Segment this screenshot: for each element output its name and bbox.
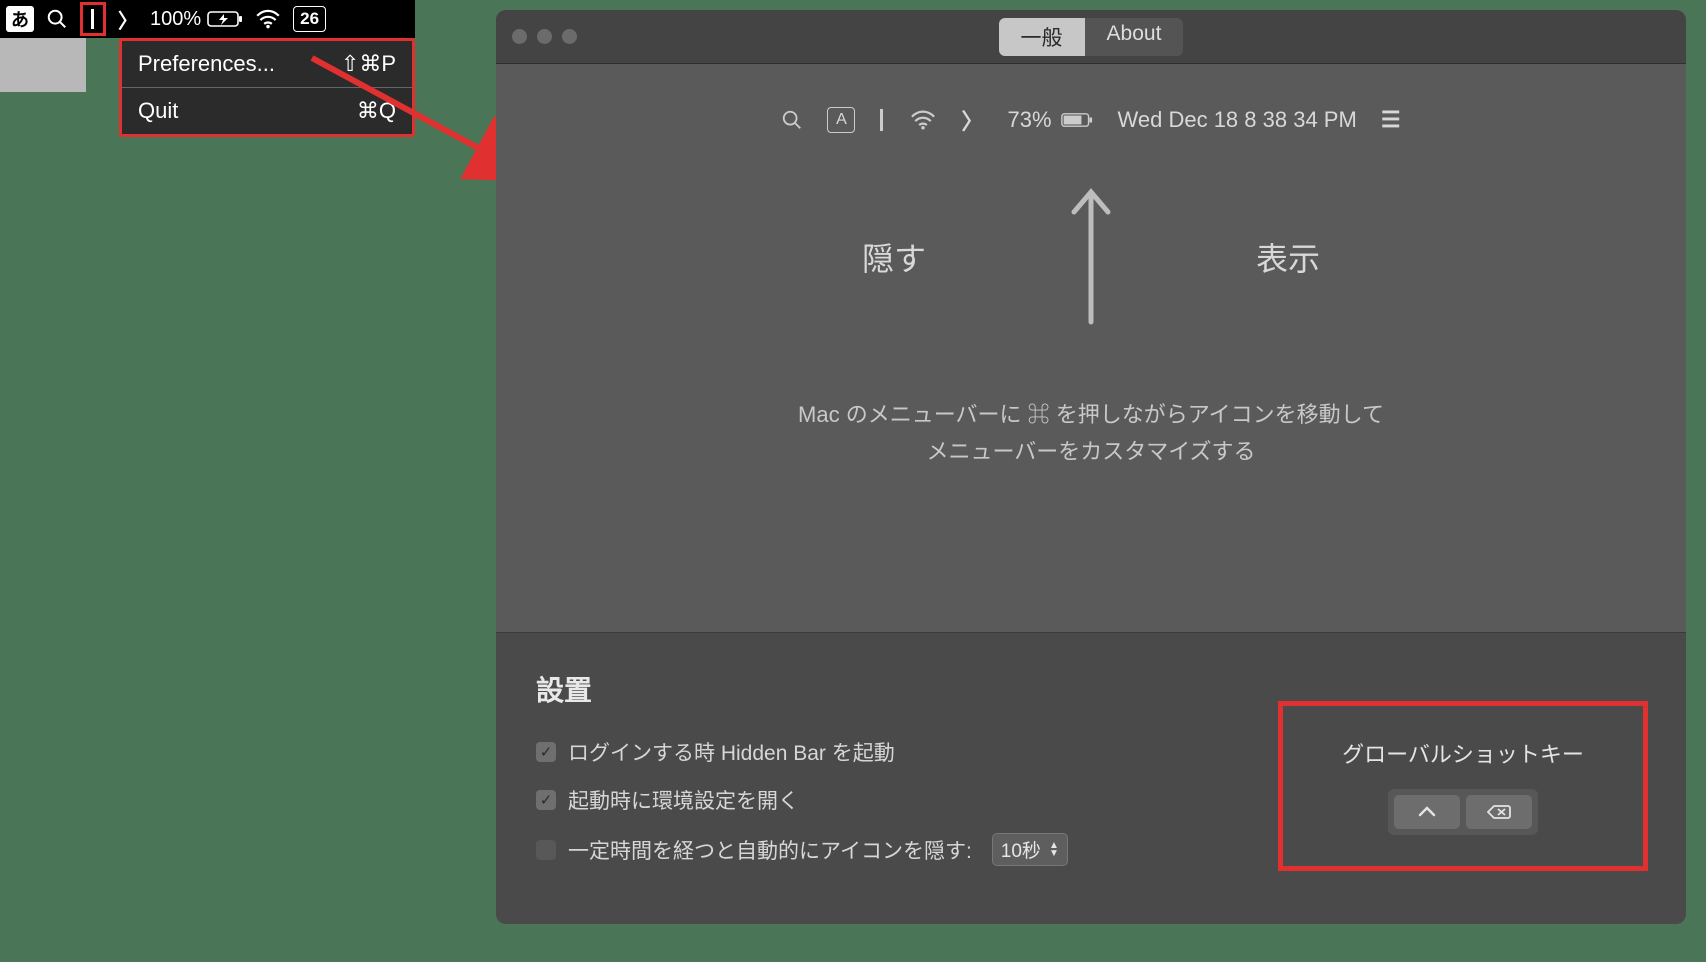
menubar-preview: A 〉 73% Wed Dec 18 8 38 34 PM ☰ 隠す: [496, 64, 1686, 495]
shortcut-buttons: [1388, 789, 1538, 835]
menu-item-label: Preferences...: [138, 51, 275, 77]
battery-preview: 73%: [1007, 107, 1093, 133]
macos-menubar-snippet: あ 〉 100% 26 Preferences... ⇧⌘P Quit ⌘Q: [0, 0, 415, 92]
instruction-line2: メニューバーをカスタマイズする: [536, 433, 1646, 470]
label-hide: 隠す: [862, 234, 926, 280]
checkbox-icon: [536, 840, 556, 860]
traffic-lights: [512, 10, 577, 63]
menubar-dropdown: Preferences... ⇧⌘P Quit ⌘Q: [119, 38, 415, 137]
checkbox-icon: ✓: [536, 742, 556, 762]
date-box[interactable]: 26: [293, 6, 326, 32]
stepper-icon: ▲▼: [1049, 842, 1059, 858]
search-icon: [781, 109, 803, 131]
wifi-icon[interactable]: [255, 9, 281, 29]
menu-item-label: Quit: [138, 98, 178, 124]
command-key-icon: ⌘: [1028, 402, 1050, 427]
settings-section: 設置 ✓ ログインする時 Hidden Bar を起動 ✓ 起動時に環境設定を開…: [496, 632, 1686, 924]
autohide-duration-select[interactable]: 10秒 ▲▼: [992, 833, 1068, 866]
menu-item-quit[interactable]: Quit ⌘Q: [122, 88, 412, 134]
wifi-icon: [909, 110, 937, 130]
ime-indicator[interactable]: あ: [6, 6, 34, 32]
tab-general[interactable]: 一般: [999, 18, 1085, 56]
label-show: 表示: [1256, 234, 1320, 280]
shortcut-title: グローバルショットキー: [1342, 737, 1584, 769]
close-button[interactable]: [512, 29, 527, 44]
battery-percent-text: 100%: [150, 8, 201, 31]
spotlight-icon[interactable]: [46, 8, 68, 30]
window-edge: [0, 38, 86, 92]
ime-preview-icon: A: [827, 107, 855, 133]
datetime-text: Wed Dec 18 8 38 34 PM: [1118, 107, 1357, 133]
battery-percent-text: 73%: [1007, 107, 1051, 133]
battery-status[interactable]: 100%: [150, 8, 243, 31]
menu-item-preferences[interactable]: Preferences... ⇧⌘P: [122, 41, 412, 87]
checkbox-icon: ✓: [536, 790, 556, 810]
list-icon: ☰: [1381, 107, 1401, 133]
instruction-suffix: を押しながらアイコンを移動して: [1056, 402, 1384, 427]
titlebar: 一般 About: [496, 10, 1686, 64]
instruction-text: Mac のメニューバーに ⌘ を押しながらアイコンを移動して メニューバーをカス…: [536, 396, 1646, 471]
zoom-button[interactable]: [562, 29, 577, 44]
preview-menubar: A 〉 73% Wed Dec 18 8 38 34 PM ☰: [536, 104, 1646, 136]
hiddenbar-separator-icon: [879, 109, 885, 131]
preferences-window: 一般 About A 〉 73% Wed Dec 18 8 38 34 PM ☰: [496, 10, 1686, 924]
checkbox-label: ログインする時 Hidden Bar を起動: [568, 737, 895, 767]
hide-show-labels: 隠す 表示: [536, 176, 1646, 326]
hiddenbar-menubar-icon[interactable]: [80, 2, 106, 36]
shortcut-record-button[interactable]: [1394, 795, 1460, 829]
minimize-button[interactable]: [537, 29, 552, 44]
checkbox-label: 一定時間を経つと自動的にアイコンを隠す:: [568, 835, 972, 865]
chevron-right-icon[interactable]: 〉: [118, 5, 138, 34]
tab-about[interactable]: About: [1085, 18, 1184, 56]
chevron-right-icon: 〉: [961, 104, 983, 136]
battery-charging-icon: [207, 10, 243, 28]
menu-item-shortcut: ⇧⌘P: [341, 51, 396, 77]
tab-segmented-control: 一般 About: [999, 18, 1184, 56]
checkbox-label: 起動時に環境設定を開く: [568, 785, 799, 815]
arrow-up-icon: [1066, 176, 1116, 326]
global-shortcut-panel: グローバルショットキー: [1278, 701, 1648, 871]
shortcut-clear-button[interactable]: [1466, 795, 1532, 829]
battery-icon: [1060, 112, 1094, 128]
menu-item-shortcut: ⌘Q: [357, 98, 396, 124]
instruction-prefix: Mac のメニューバーに: [798, 402, 1028, 427]
select-value: 10秒: [1001, 836, 1041, 863]
menubar: あ 〉 100% 26: [0, 0, 415, 38]
